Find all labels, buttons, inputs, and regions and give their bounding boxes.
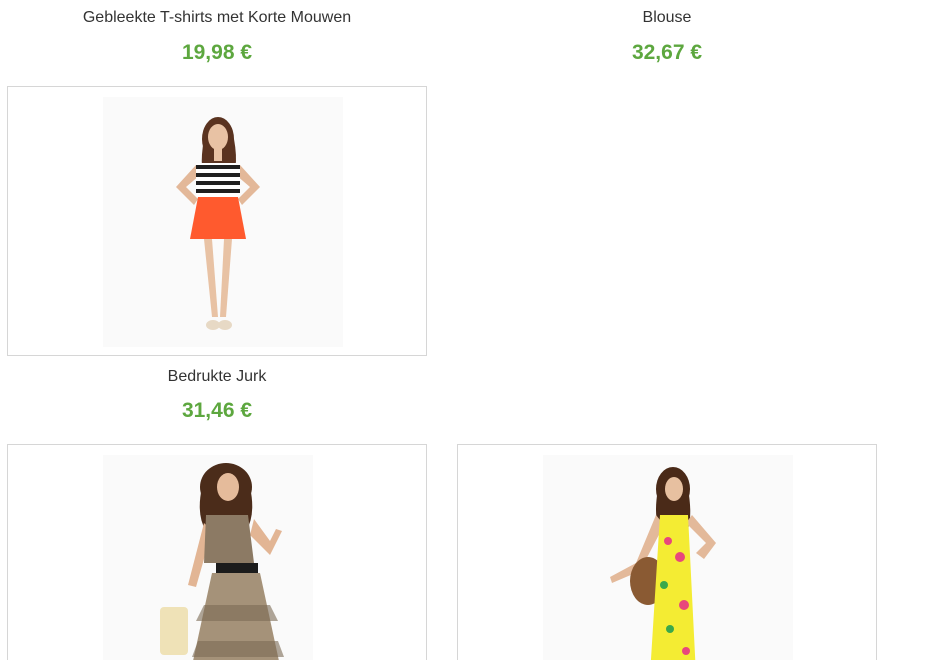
- model-striped-top-orange-skirt-image: [103, 97, 343, 347]
- product-image-link[interactable]: [457, 444, 877, 660]
- product-grid: Gebleekte T-shirts met Korte Mouwen 19,9…: [0, 0, 944, 660]
- product-image-link[interactable]: [7, 86, 427, 356]
- model-printed-dress-black-belt-image: [103, 455, 313, 660]
- product-price: 31,46 €: [181, 399, 253, 422]
- product-price: 19,98 €: [181, 41, 253, 64]
- product-name-link[interactable]: Bedrukte Jurk: [7, 368, 427, 386]
- product-name-link[interactable]: Blouse: [457, 9, 877, 27]
- model-yellow-floral-maxi-dress-image: [543, 455, 793, 660]
- product-price: 32,67 €: [631, 41, 703, 64]
- product-image-link[interactable]: [7, 444, 427, 660]
- product-name-link[interactable]: Gebleekte T-shirts met Korte Mouwen: [7, 9, 427, 27]
